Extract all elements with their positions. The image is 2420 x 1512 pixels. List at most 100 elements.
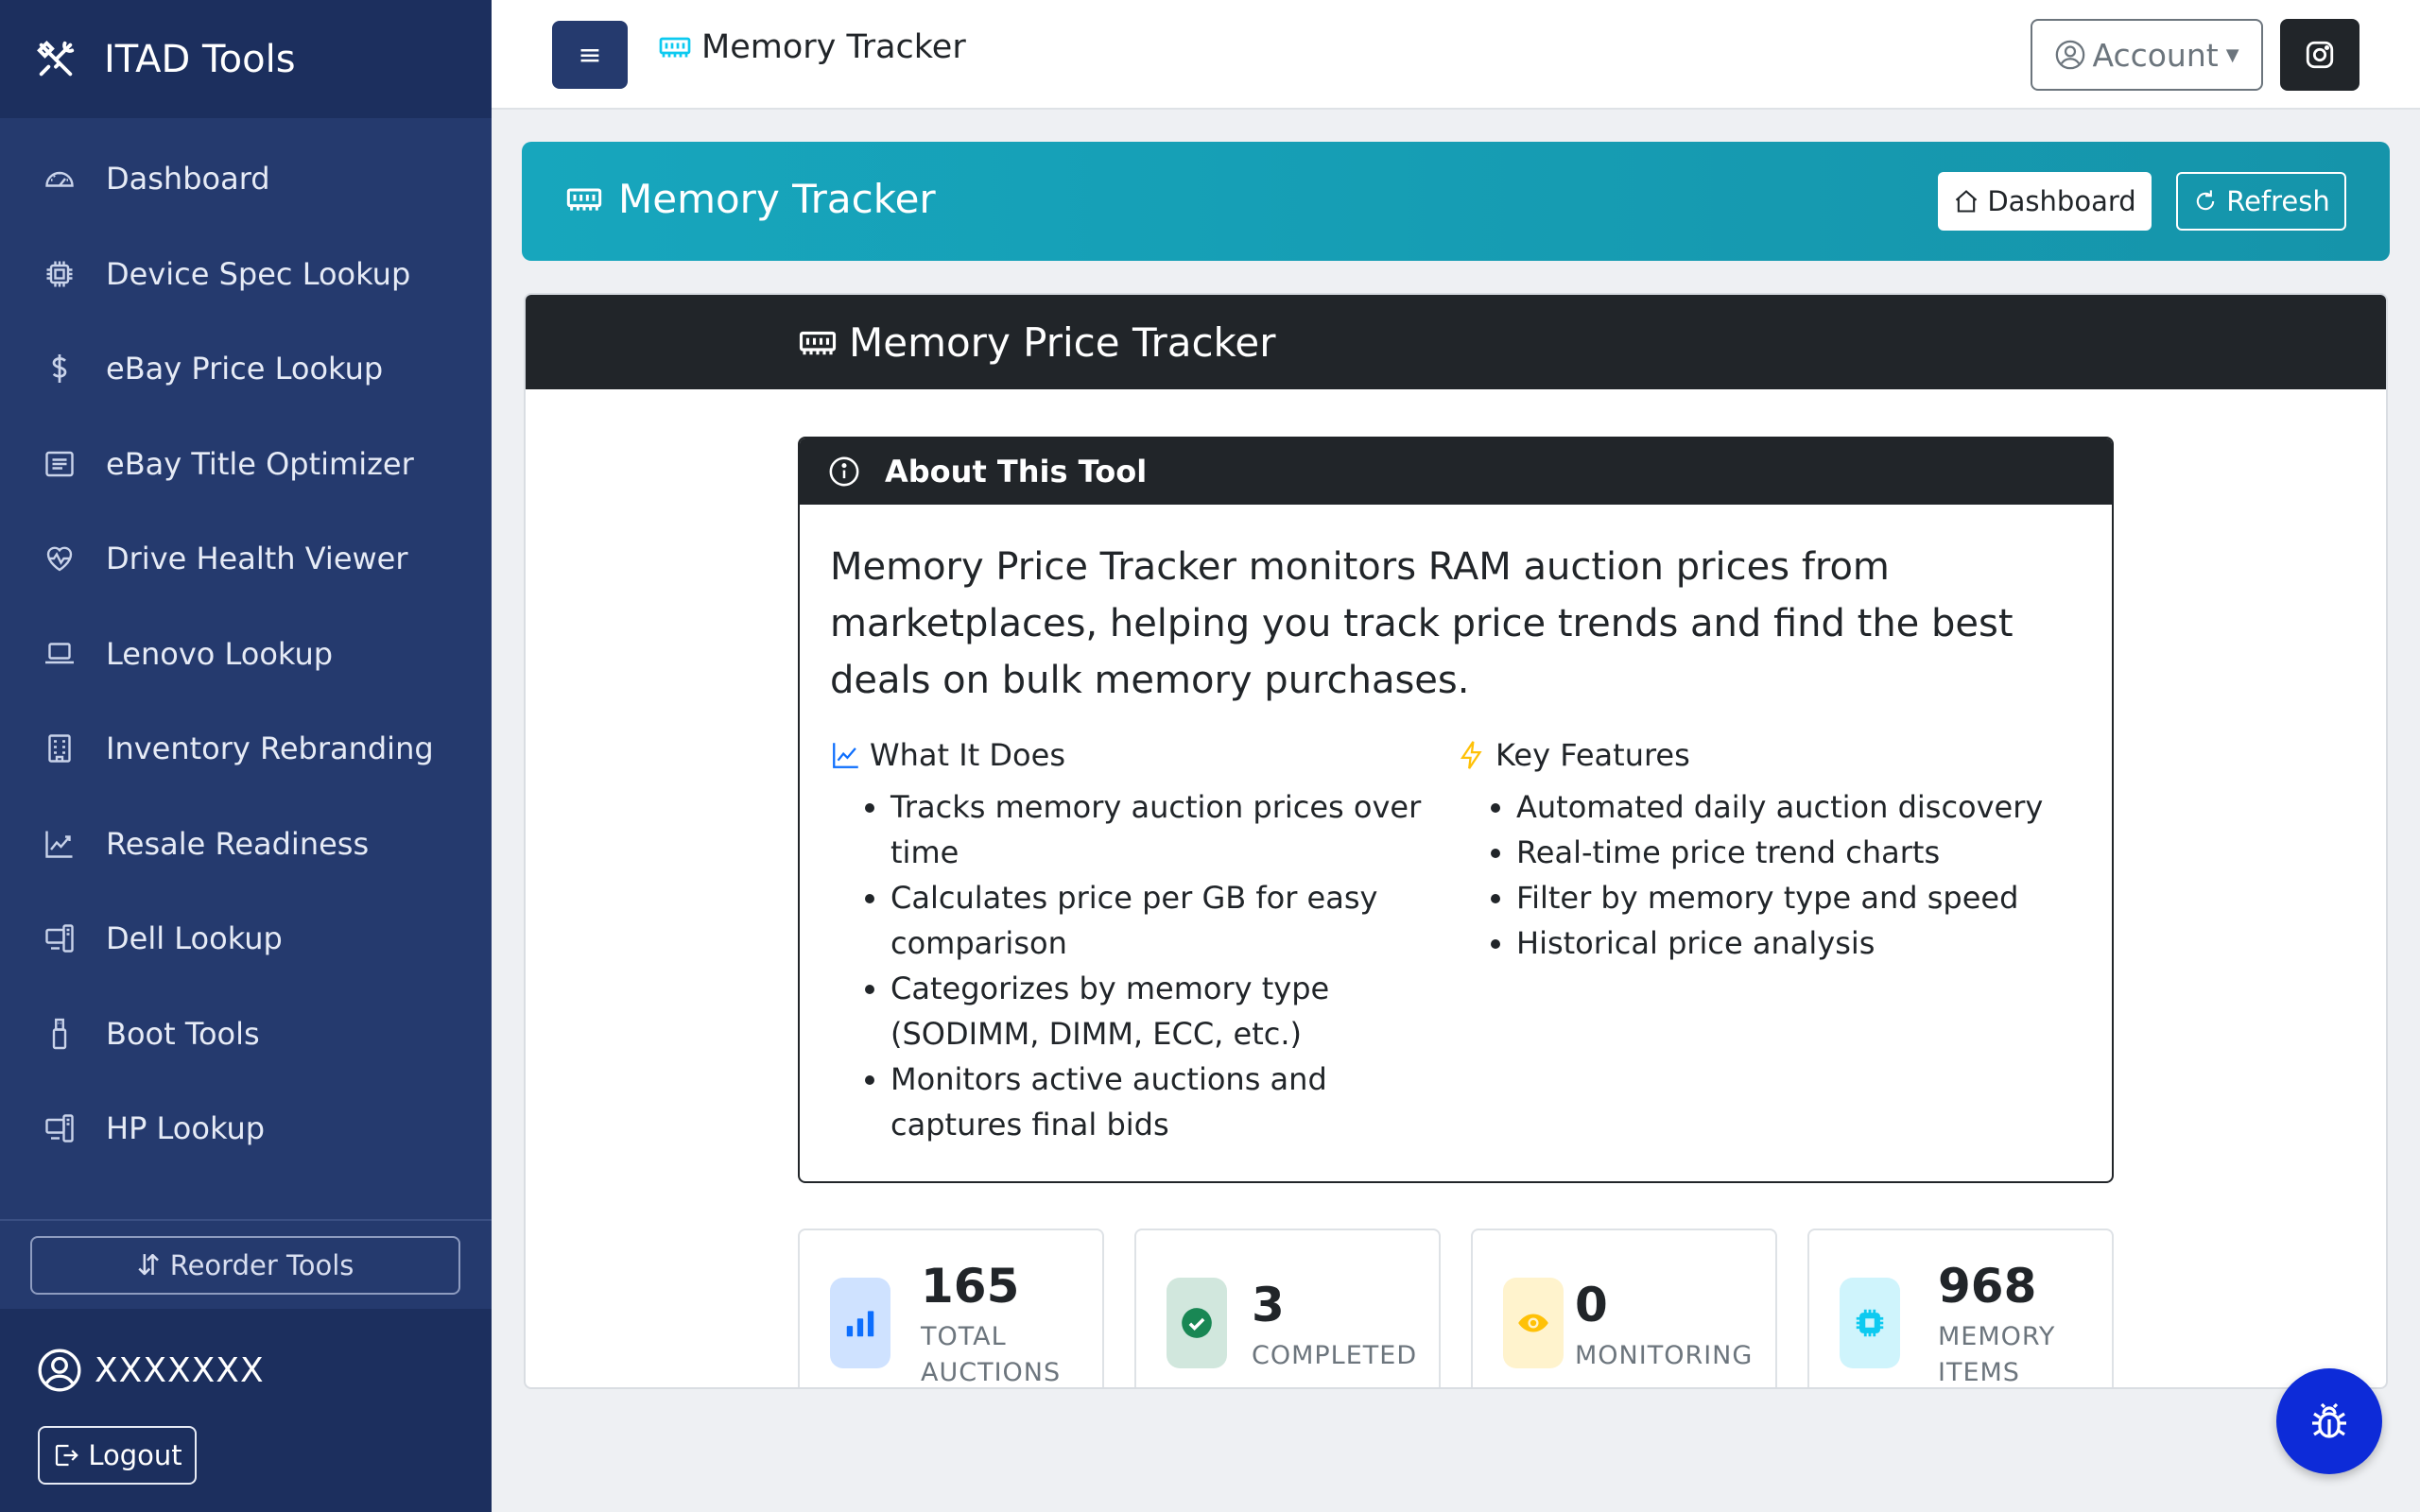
list-item: Categorizes by memory type (SODIMM, DIMM… <box>890 966 1456 1057</box>
stat-completed: 3 COMPLETED <box>1134 1228 1441 1387</box>
user-info: XXXXXXX <box>36 1347 265 1394</box>
graph-up-icon <box>833 743 858 768</box>
dollar-icon <box>40 349 79 388</box>
caret-down-icon: ▼ <box>2225 44 2239 65</box>
list-item: Historical price analysis <box>1516 920 2082 966</box>
sidebar-nav: Dashboard Device Spec Lookup eBay Price … <box>0 118 492 1177</box>
sidebar-item-label: Resale Readiness <box>106 825 370 862</box>
stat-memory-items: 968 MEMORY ITEMS <box>1807 1228 2114 1387</box>
stat-label: TOTAL AUCTIONS <box>921 1319 1062 1387</box>
sidebar-item-label: Inventory Rebranding <box>106 730 434 767</box>
box-arrow-right-icon <box>56 1444 79 1467</box>
top-title-text: Memory Tracker <box>701 28 966 66</box>
arrow-down-up-icon: ⇵ <box>136 1248 161 1282</box>
what-it-does-title: What It Does <box>870 737 1065 773</box>
sidebar-item-dashboard[interactable]: Dashboard <box>0 131 492 227</box>
sidebar-item-lenovo-lookup[interactable]: Lenovo Lookup <box>0 607 492 702</box>
person-circle-icon <box>38 1349 81 1392</box>
stat-label-line: MEMORY <box>1938 1322 2056 1351</box>
card-header: Memory Price Tracker <box>526 295 2386 389</box>
account-dropdown[interactable]: Account ▼ <box>2031 19 2263 91</box>
building-icon <box>40 729 79 768</box>
memory-icon <box>659 37 691 58</box>
sidebar-item-dell-lookup[interactable]: Dell Lookup <box>0 891 492 987</box>
reorder-tools-button[interactable]: ⇵ Reorder Tools <box>30 1236 460 1295</box>
username: XXXXXXX <box>95 1350 265 1390</box>
sidebar-toggle-button[interactable]: ≡ <box>552 21 628 89</box>
sidebar-item-label: eBay Title Optimizer <box>106 445 414 482</box>
about-columns: What It Does Tracks memory auction price… <box>830 737 2082 1147</box>
sidebar-item-label: Dashboard <box>106 161 270 198</box>
refresh-icon <box>2197 190 2215 211</box>
tools-icon <box>37 40 75 76</box>
sidebar-item-label: eBay Price Lookup <box>106 351 384 387</box>
refresh-button-label: Refresh <box>2226 185 2330 217</box>
cpu-icon <box>1840 1278 1900 1368</box>
page-title-text: Memory Tracker <box>618 176 936 222</box>
dashboard-button[interactable]: Dashboard <box>1938 172 2152 231</box>
stat-label-line: COMPLETED <box>1252 1341 1418 1370</box>
top-title: Memory Tracker <box>658 28 966 66</box>
about-description: Memory Price Tracker monitors RAM auctio… <box>830 545 2014 702</box>
sidebar-item-device-spec-lookup[interactable]: Device Spec Lookup <box>0 227 492 322</box>
memory-icon <box>799 331 837 354</box>
heart-pulse-icon <box>40 539 79 578</box>
check-circle-icon <box>1167 1278 1227 1368</box>
list-item: Tracks memory auction prices over time <box>890 784 1456 875</box>
list-item: Real-time price trend charts <box>1516 830 2082 875</box>
list-item: Calculates price per GB for easy compari… <box>890 875 1456 966</box>
stat-label-line: TOTAL <box>921 1322 1007 1351</box>
eye-icon <box>1503 1278 1564 1368</box>
sidebar-item-boot-tools[interactable]: Boot Tools <box>0 987 492 1082</box>
stat-label-line: ITEMS <box>1938 1358 2020 1387</box>
user-area: XXXXXXX Logout <box>0 1309 492 1512</box>
sidebar: ITAD Tools Dashboard Device Spec Lookup … <box>0 0 492 1512</box>
about-header: About This Tool <box>800 438 2112 505</box>
cpu-icon <box>40 254 79 294</box>
card-text-icon <box>40 444 79 484</box>
what-it-does-list: Tracks memory auction prices over time C… <box>830 784 1456 1147</box>
top-navbar: ≡ Memory Tracker Account ▼ <box>492 0 2420 110</box>
reorder-tools-label: Reorder Tools <box>169 1249 354 1281</box>
stat-total-auctions: 165 TOTAL AUCTIONS <box>798 1228 1104 1387</box>
sidebar-item-label: Drive Health Viewer <box>106 541 408 577</box>
stat-monitoring: 0 MONITORING <box>1471 1228 1777 1387</box>
card-title: Memory Price Tracker <box>798 319 1275 366</box>
sidebar-item-label: HP Lookup <box>106 1110 266 1147</box>
devices-icon <box>40 919 79 958</box>
sidebar-item-label: Device Spec Lookup <box>106 255 411 292</box>
sidebar-item-drive-health-viewer[interactable]: Drive Health Viewer <box>0 511 492 607</box>
instagram-icon <box>2306 41 2334 69</box>
bug-report-button[interactable] <box>2276 1368 2382 1474</box>
logout-label: Logout <box>88 1439 182 1471</box>
sidebar-divider <box>0 1219 492 1221</box>
sidebar-item-label: Lenovo Lookup <box>106 635 334 672</box>
brand[interactable]: ITAD Tools <box>0 0 492 118</box>
sidebar-item-resale-readiness[interactable]: Resale Readiness <box>0 797 492 892</box>
about-body: Memory Price Tracker monitors RAM auctio… <box>800 505 2112 1147</box>
instagram-button[interactable] <box>2280 19 2360 91</box>
stat-label-line: MONITORING <box>1575 1341 1754 1370</box>
sidebar-item-ebay-price-lookup[interactable]: eBay Price Lookup <box>0 321 492 417</box>
stat-label: MONITORING <box>1575 1338 1753 1374</box>
stat-value: 3 <box>1252 1278 1285 1332</box>
laptop-icon <box>40 634 79 674</box>
sidebar-item-inventory-rebranding[interactable]: Inventory Rebranding <box>0 701 492 797</box>
logout-button[interactable]: Logout <box>38 1426 197 1485</box>
dashboard-button-label: Dashboard <box>1987 185 2136 217</box>
sidebar-item-hp-lookup[interactable]: HP Lookup <box>0 1081 492 1177</box>
sidebar-item-ebay-title-optimizer[interactable]: eBay Title Optimizer <box>0 417 492 512</box>
speedometer-icon <box>40 159 79 198</box>
stat-label-line: AUCTIONS <box>921 1358 1062 1387</box>
account-label: Account <box>2092 36 2219 74</box>
key-features-heading: Key Features <box>1456 737 2082 773</box>
refresh-button[interactable]: Refresh <box>2176 172 2346 231</box>
info-circle-icon <box>829 456 859 487</box>
sidebar-item-label: Dell Lookup <box>106 920 283 957</box>
graph-up-icon <box>40 824 79 864</box>
page-header-banner: Memory Tracker Dashboard Refresh <box>522 142 2390 261</box>
page-title: Memory Tracker <box>565 176 936 222</box>
stat-label: MEMORY ITEMS <box>1938 1319 2056 1387</box>
stat-value: 968 <box>1938 1259 2037 1314</box>
stat-label: COMPLETED <box>1252 1338 1417 1374</box>
